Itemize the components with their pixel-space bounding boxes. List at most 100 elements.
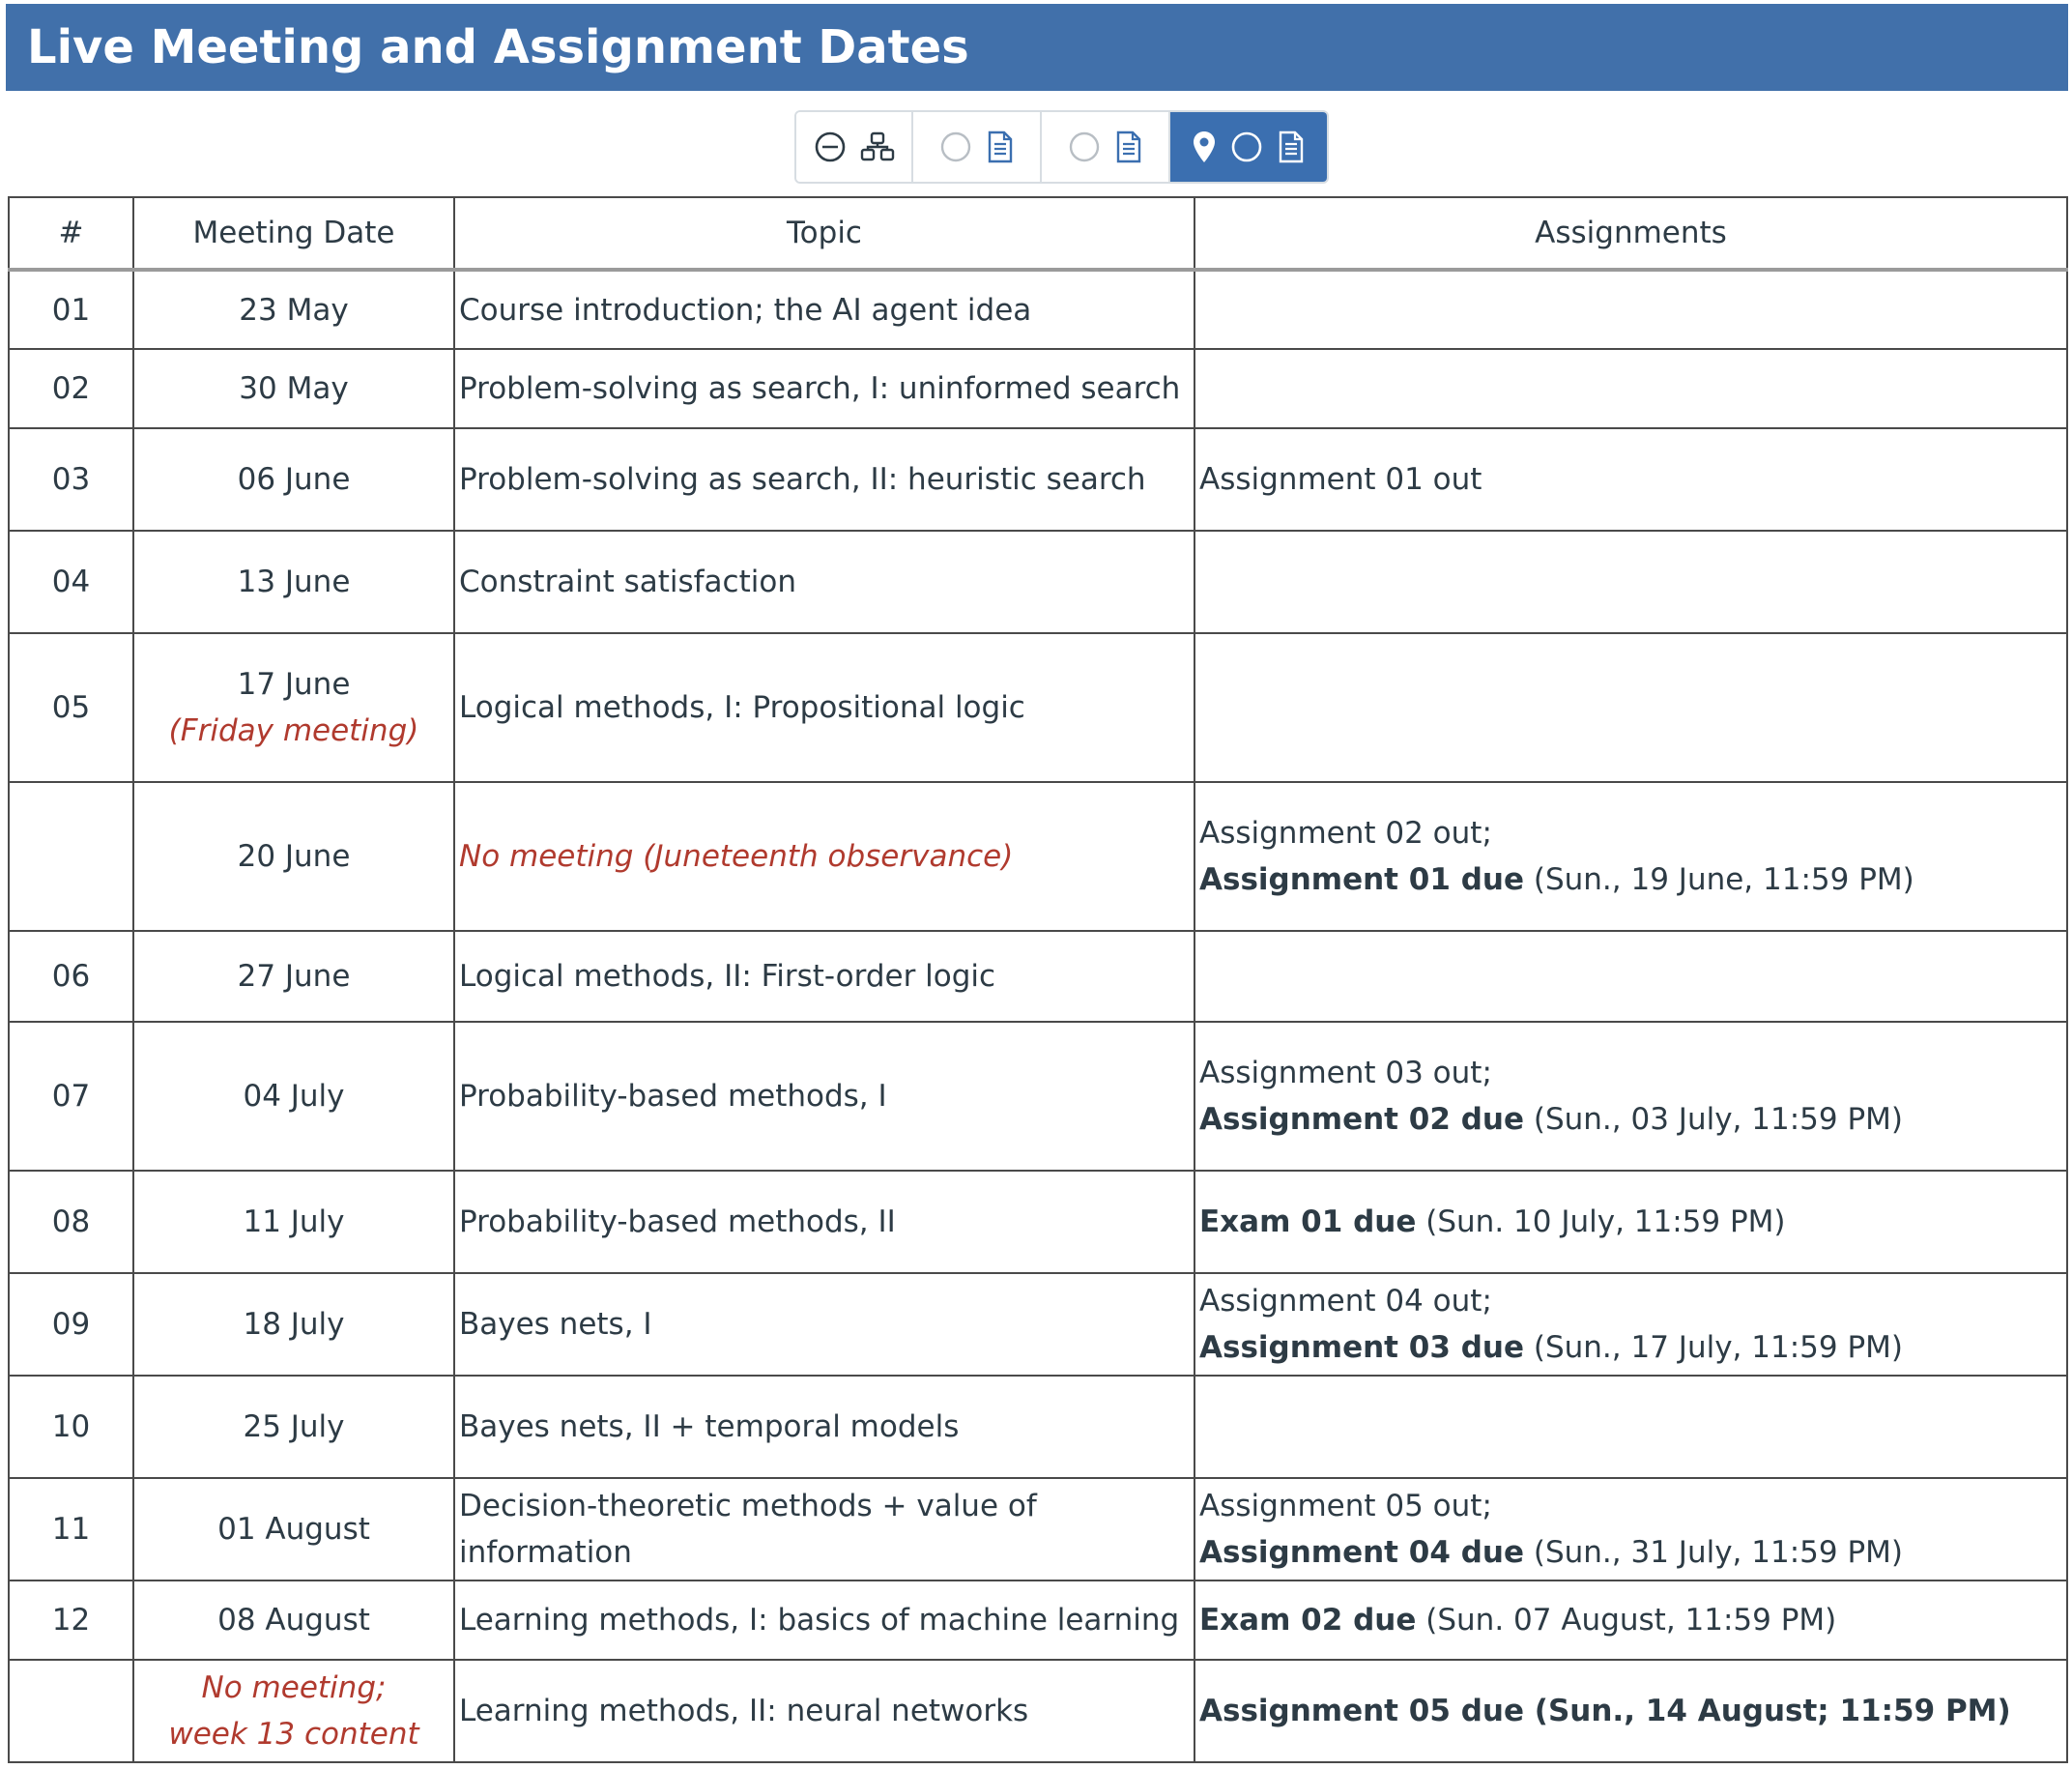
- table-row: 09 18 July Bayes nets, I Assignment 04 o…: [8, 1272, 2068, 1377]
- table-row: No meeting; week 13 content Learning met…: [8, 1659, 2068, 1763]
- row-num: 08: [8, 1170, 134, 1274]
- header-meeting-date: Meeting Date: [132, 196, 455, 272]
- assignments: Exam 02 due (Sun. 07 August, 11:59 PM): [1194, 1580, 2068, 1661]
- view-toolbar: [794, 110, 1329, 184]
- circle-outline-icon: [1231, 131, 1262, 162]
- row-num: 06: [8, 930, 134, 1023]
- exam-due-detail: (Sun. 07 August, 11:59 PM): [1416, 1603, 1837, 1638]
- assignment-due: Assignment 01 due: [1199, 862, 1525, 897]
- row-num: 09: [8, 1272, 134, 1377]
- meeting-date-note: (Friday meeting): [168, 713, 419, 748]
- page-title-banner: Live Meeting and Assignment Dates: [6, 4, 2068, 91]
- meeting-date-note: No meeting;: [201, 1670, 387, 1705]
- table-row: 03 06 June Problem-solving as search, II…: [8, 427, 2068, 532]
- meeting-date: 13 June: [132, 530, 455, 634]
- meeting-date: 25 July: [132, 1375, 455, 1479]
- row-num: 01: [8, 269, 134, 350]
- meeting-date: 11 July: [132, 1170, 455, 1274]
- assignments: Assignment 03 out; Assignment 02 due (Su…: [1194, 1021, 2068, 1172]
- row-num: 05: [8, 632, 134, 783]
- assignments: Exam 01 due (Sun. 10 July, 11:59 PM): [1194, 1170, 2068, 1274]
- topic: Constraint satisfaction: [453, 530, 1195, 634]
- topic: Course introduction; the AI agent idea: [453, 269, 1195, 350]
- document-icon: [1279, 130, 1304, 163]
- row-num: 03: [8, 427, 134, 532]
- table-row: 08 11 July Probability-based methods, II…: [8, 1170, 2068, 1274]
- row-num: 10: [8, 1375, 134, 1479]
- topic: Learning methods, II: neural networks: [453, 1659, 1195, 1763]
- table-row: 10 25 July Bayes nets, II + temporal mod…: [8, 1375, 2068, 1479]
- table-row: 07 04 July Probability-based methods, I …: [8, 1021, 2068, 1172]
- document-icon: [1116, 130, 1140, 163]
- meeting-date: 01 August: [132, 1477, 455, 1581]
- assignments: [1194, 632, 2068, 783]
- row-num: [8, 781, 134, 932]
- topic: Logical methods, II: First-order logic: [453, 930, 1195, 1023]
- topic: Bayes nets, II + temporal models: [453, 1375, 1195, 1479]
- assignments: [1194, 269, 2068, 350]
- outline-view-2-button[interactable]: [1042, 112, 1170, 182]
- meeting-date: 27 June: [132, 930, 455, 1023]
- assignments: Assignment 05 out; Assignment 04 due (Su…: [1194, 1477, 2068, 1581]
- topic: Bayes nets, I: [453, 1272, 1195, 1377]
- assignments: [1194, 930, 2068, 1023]
- assignment-due: Assignment 04 due: [1199, 1535, 1525, 1570]
- header-assignments: Assignments: [1194, 196, 2068, 272]
- assignment-due: Assignment 02 due: [1199, 1102, 1525, 1137]
- assignment-due: Assignment 03 due: [1199, 1330, 1525, 1365]
- meeting-date: No meeting; week 13 content: [132, 1659, 455, 1763]
- assignments: [1194, 348, 2068, 429]
- table-row: 04 13 June Constraint satisfaction: [8, 530, 2068, 634]
- topic: Decision-theoretic methods + value of in…: [453, 1477, 1195, 1581]
- assignments: Assignment 01 out: [1194, 427, 2068, 532]
- exam-due-detail: (Sun. 10 July, 11:59 PM): [1416, 1204, 1786, 1239]
- meeting-date-note-2: week 13 content: [168, 1717, 419, 1752]
- location-pin-icon: [1194, 131, 1215, 162]
- exam-due: Exam 01 due: [1199, 1204, 1417, 1239]
- assignment-due-detail: (Sun., 31 July, 11:59 PM): [1524, 1535, 1903, 1570]
- table-row: 12 08 August Learning methods, I: basics…: [8, 1580, 2068, 1661]
- circle-outline-icon: [1069, 131, 1099, 162]
- collapse-view-button[interactable]: [796, 112, 913, 182]
- assignment-due-detail: (Sun., 03 July, 11:59 PM): [1524, 1102, 1903, 1137]
- topic: Learning methods, I: basics of machine l…: [453, 1580, 1195, 1661]
- document-icon: [988, 130, 1012, 163]
- assignment-out: Assignment 05 out;: [1199, 1489, 1492, 1523]
- meeting-date: 08 August: [132, 1580, 455, 1661]
- schedule-table: # Meeting Date Topic Assignments 01 23 M…: [8, 196, 2068, 1763]
- row-num: 02: [8, 348, 134, 429]
- table-row: 11 01 August Decision-theoretic methods …: [8, 1477, 2068, 1581]
- topic: Probability-based methods, I: [453, 1021, 1195, 1172]
- meeting-date: 06 June: [132, 427, 455, 532]
- minus-circle-icon: [815, 131, 845, 162]
- assignments: Assignment 02 out; Assignment 01 due (Su…: [1194, 781, 2068, 932]
- row-num: 11: [8, 1477, 134, 1581]
- meeting-date: 18 July: [132, 1272, 455, 1377]
- circle-outline-icon: [940, 131, 970, 162]
- outline-view-button[interactable]: [913, 112, 1042, 182]
- table-row: 02 30 May Problem-solving as search, I: …: [8, 348, 2068, 429]
- topic: Probability-based methods, II: [453, 1170, 1195, 1274]
- row-num: [8, 1659, 134, 1763]
- meeting-date: 23 May: [132, 269, 455, 350]
- topic: Logical methods, I: Propositional logic: [453, 632, 1195, 783]
- row-num: 04: [8, 530, 134, 634]
- assignment-due-detail: (Sun., 19 June, 11:59 PM): [1524, 862, 1914, 897]
- assignments: Assignment 04 out; Assignment 03 due (Su…: [1194, 1272, 2068, 1377]
- header-num: #: [8, 196, 134, 272]
- assignment-out: Assignment 03 out;: [1199, 1056, 1492, 1090]
- page-title: Live Meeting and Assignment Dates: [27, 20, 969, 74]
- assignment-out: Assignment 04 out;: [1199, 1284, 1492, 1319]
- assignment-due: Assignment 05 due (Sun., 14 August; 11:5…: [1194, 1659, 2068, 1763]
- table-header-row: # Meeting Date Topic Assignments: [8, 196, 2068, 272]
- topic: Problem-solving as search, II: heuristic…: [453, 427, 1195, 532]
- hierarchy-icon: [860, 131, 894, 161]
- located-view-button[interactable]: [1170, 112, 1327, 182]
- meeting-date: 17 June (Friday meeting): [132, 632, 455, 783]
- meeting-date: 04 July: [132, 1021, 455, 1172]
- table-row: 06 27 June Logical methods, II: First-or…: [8, 930, 2068, 1023]
- row-num: 12: [8, 1580, 134, 1661]
- assignment-out: Assignment 02 out;: [1199, 816, 1492, 851]
- meeting-date-text: 17 June: [237, 667, 351, 702]
- exam-due: Exam 02 due: [1199, 1603, 1417, 1638]
